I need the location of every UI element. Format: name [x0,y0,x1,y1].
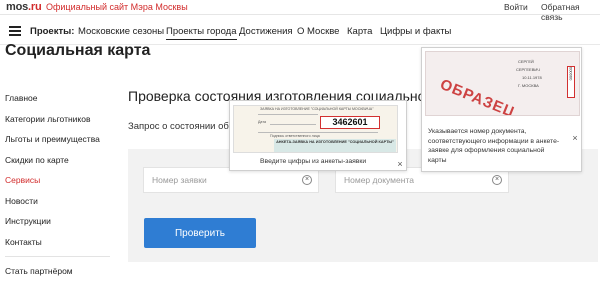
sidebar-item-news[interactable]: Новости [5,195,115,216]
mos-logo[interactable]: mos.ru [6,1,42,13]
login-link[interactable]: Войти [504,2,528,12]
sidebar-item-instructions[interactable]: Инструкции [5,215,115,236]
sample-stamp: ОБРАЗЕЦ [437,76,518,116]
sidebar-item-partner[interactable]: Стать партнёром [5,265,115,286]
sidebar-item-categories[interactable]: Категории льготников [5,113,115,134]
sidebar: Главное Категории льготников Льготы и пр… [5,92,115,286]
passport-date: 10.11.1978 [522,75,542,80]
application-number-input[interactable] [144,168,318,192]
nav-item-about-moscow[interactable]: О Москве [297,26,339,37]
nav-projects-label: Проекты: [30,26,75,37]
nav-item-facts[interactable]: Цифры и факты [380,26,451,37]
app-image-date: Дата [258,120,266,124]
menu-icon[interactable] [9,26,21,36]
close-document-tooltip-icon[interactable]: × [571,134,579,143]
sidebar-item-benefits[interactable]: Льготы и преимущества [5,133,115,154]
app-image-header: ЗАЯВКА НА ИЗГОТОВЛЕНИЕ "СОЦИАЛЬНОЙ КАРТЫ… [260,107,374,111]
nav-item-achievements[interactable]: Достижения [239,26,293,37]
clear-application-icon[interactable]: × [302,175,312,185]
top-bar: mos.ru Официальный сайт Мэра Москвы Войт… [0,0,600,22]
passport-name: СЕРГЕЕВИЧ [516,67,540,72]
passport-city: Г. МОСКВА [518,83,539,88]
document-hint-tooltip: СЕРГЕЙ СЕРГЕЕВИЧ 10.11.1978 Г. МОСКВА ОБ… [421,47,582,172]
passport-sample-image: СЕРГЕЙ СЕРГЕЕВИЧ 10.11.1978 Г. МОСКВА ОБ… [425,51,580,116]
document-hint-text: Указывается номер документа, соответству… [428,128,560,164]
passport-series: 000000 [568,67,573,81]
sidebar-divider [5,256,110,257]
close-application-tooltip-icon[interactable]: × [396,160,404,169]
logo-main: mos [6,1,29,13]
application-hint-tooltip: ЗАЯВКА НА ИЗГОТОВЛЕНИЕ "СОЦИАЛЬНОЙ КАРТЫ… [229,100,407,171]
passport-number-highlight: 000000 [567,66,575,98]
application-hint-text: Введите цифры из анкеты-заявки [260,158,367,165]
app-image-signature: Подпись ответственного лица [270,134,320,138]
sidebar-item-contacts[interactable]: Контакты [5,236,115,257]
sidebar-item-discounts[interactable]: Скидки по карте [5,154,115,175]
passport-surname: СЕРГЕЙ [518,59,534,64]
nav-item-moscow-seasons[interactable]: Московские сезоны [78,26,164,37]
sidebar-item-main[interactable]: Главное [5,92,115,113]
nav-item-map[interactable]: Карта [347,26,372,37]
page-title: Социальная карта [5,42,151,59]
app-image-form-title: АНКЕТА-ЗАЯВКА НА ИЗГОТОВЛЕНИЕ "СОЦИАЛЬНО… [274,139,396,152]
logo-suffix: .ru [28,1,42,13]
app-image-number: 3462601 [320,116,380,129]
clear-document-icon[interactable]: × [492,175,502,185]
application-form-image: ЗАЯВКА НА ИЗГОТОВЛЕНИЕ "СОЦИАЛЬНОЙ КАРТЫ… [233,105,398,153]
sidebar-item-services[interactable]: Сервисы [5,174,115,195]
nav-item-city-projects[interactable]: Проекты города [166,26,237,40]
official-site-link[interactable]: Официальный сайт Мэра Москвы [46,2,188,12]
check-button[interactable]: Проверить [144,218,256,248]
